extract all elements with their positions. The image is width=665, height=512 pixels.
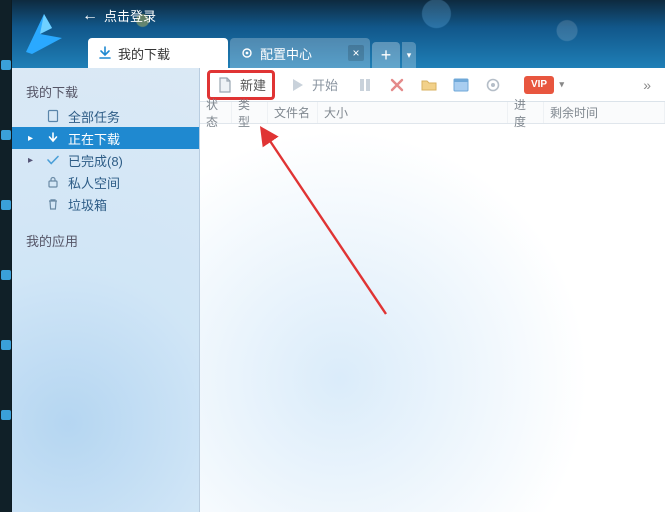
trash-icon [46,197,60,211]
new-task-button[interactable]: 新建 [208,71,274,99]
col-filename[interactable]: 文件名 [268,102,318,123]
view-button[interactable] [448,71,474,99]
toolbar: 新建 开始 [200,68,665,102]
sidebar-item-label: 全部任务 [68,107,120,126]
tab-bar: 我的下载 配置中心 × + ▾ [88,38,416,68]
new-file-icon [216,76,234,94]
start-button[interactable]: 开始 [280,71,346,99]
sidebar-section-downloads: 我的下载 [12,76,199,105]
check-icon [46,153,60,167]
vip-button[interactable]: VIP [524,76,554,94]
col-type[interactable]: 类型 [232,102,268,123]
settings-button[interactable] [480,71,506,99]
new-tab-button[interactable]: + [372,42,400,68]
chevron-right-icon: » [643,77,651,93]
sidebar-item-label: 垃圾箱 [68,195,107,214]
sidebar-item-downloading[interactable]: 正在下载 [12,127,199,149]
sidebar-item-label: 正在下载 [68,129,120,148]
sidebar-section-apps: 我的应用 [12,225,199,254]
back-arrow-icon: ← [82,7,98,25]
sidebar-item-private[interactable]: 私人空间 [12,171,199,193]
folder-icon [420,76,438,94]
annotation-arrow-icon [246,124,396,324]
download-arrow-icon [46,131,60,145]
col-status[interactable]: 状态 [200,102,232,123]
document-icon [46,109,60,123]
app-window: ← 点击登录 我的下载 配置中心 × + ▾ 我的下载 [12,0,665,512]
list-view-icon [452,76,470,94]
col-progress[interactable]: 进度 [508,102,544,123]
col-remaining[interactable]: 剩余时间 [544,102,665,123]
tab-config-center[interactable]: 配置中心 × [230,38,370,68]
col-size[interactable]: 大小 [318,102,508,123]
open-folder-button[interactable] [416,71,442,99]
app-logo [18,8,70,60]
vip-label: VIP [531,79,547,90]
tab-my-downloads[interactable]: 我的下载 [88,38,228,68]
more-button[interactable]: » [637,77,657,93]
tab-label: 配置中心 [260,44,312,63]
new-tab-dropdown[interactable]: ▾ [402,42,416,68]
gear-icon [240,46,254,60]
button-label: 新建 [240,75,266,94]
sidebar-item-trash[interactable]: 垃圾箱 [12,193,199,215]
sidebar-item-all-tasks[interactable]: 全部任务 [12,105,199,127]
sidebar-item-label: 已完成(8) [68,151,123,170]
main-panel: 新建 开始 [200,68,665,512]
login-label: 点击登录 [104,6,156,25]
task-list [200,124,665,512]
tab-label: 我的下载 [118,44,170,63]
column-header-row: 状态 类型 文件名 大小 进度 剩余时间 [200,102,665,124]
lock-icon [46,175,60,189]
sidebar-item-label: 私人空间 [68,173,120,192]
pause-icon [356,76,374,94]
gear-icon [484,76,502,94]
button-label: 开始 [312,75,338,94]
pause-button[interactable] [352,71,378,99]
login-link[interactable]: ← 点击登录 [82,6,156,25]
delete-icon [388,76,406,94]
title-bar: ← 点击登录 我的下载 配置中心 × + ▾ [12,0,665,68]
sidebar-item-completed[interactable]: 已完成(8) [12,149,199,171]
delete-button[interactable] [384,71,410,99]
sidebar: 我的下载 全部任务 正在下载 已完成(8) [12,68,200,512]
play-icon [288,76,306,94]
close-icon[interactable]: × [348,45,364,61]
download-icon [98,46,112,60]
